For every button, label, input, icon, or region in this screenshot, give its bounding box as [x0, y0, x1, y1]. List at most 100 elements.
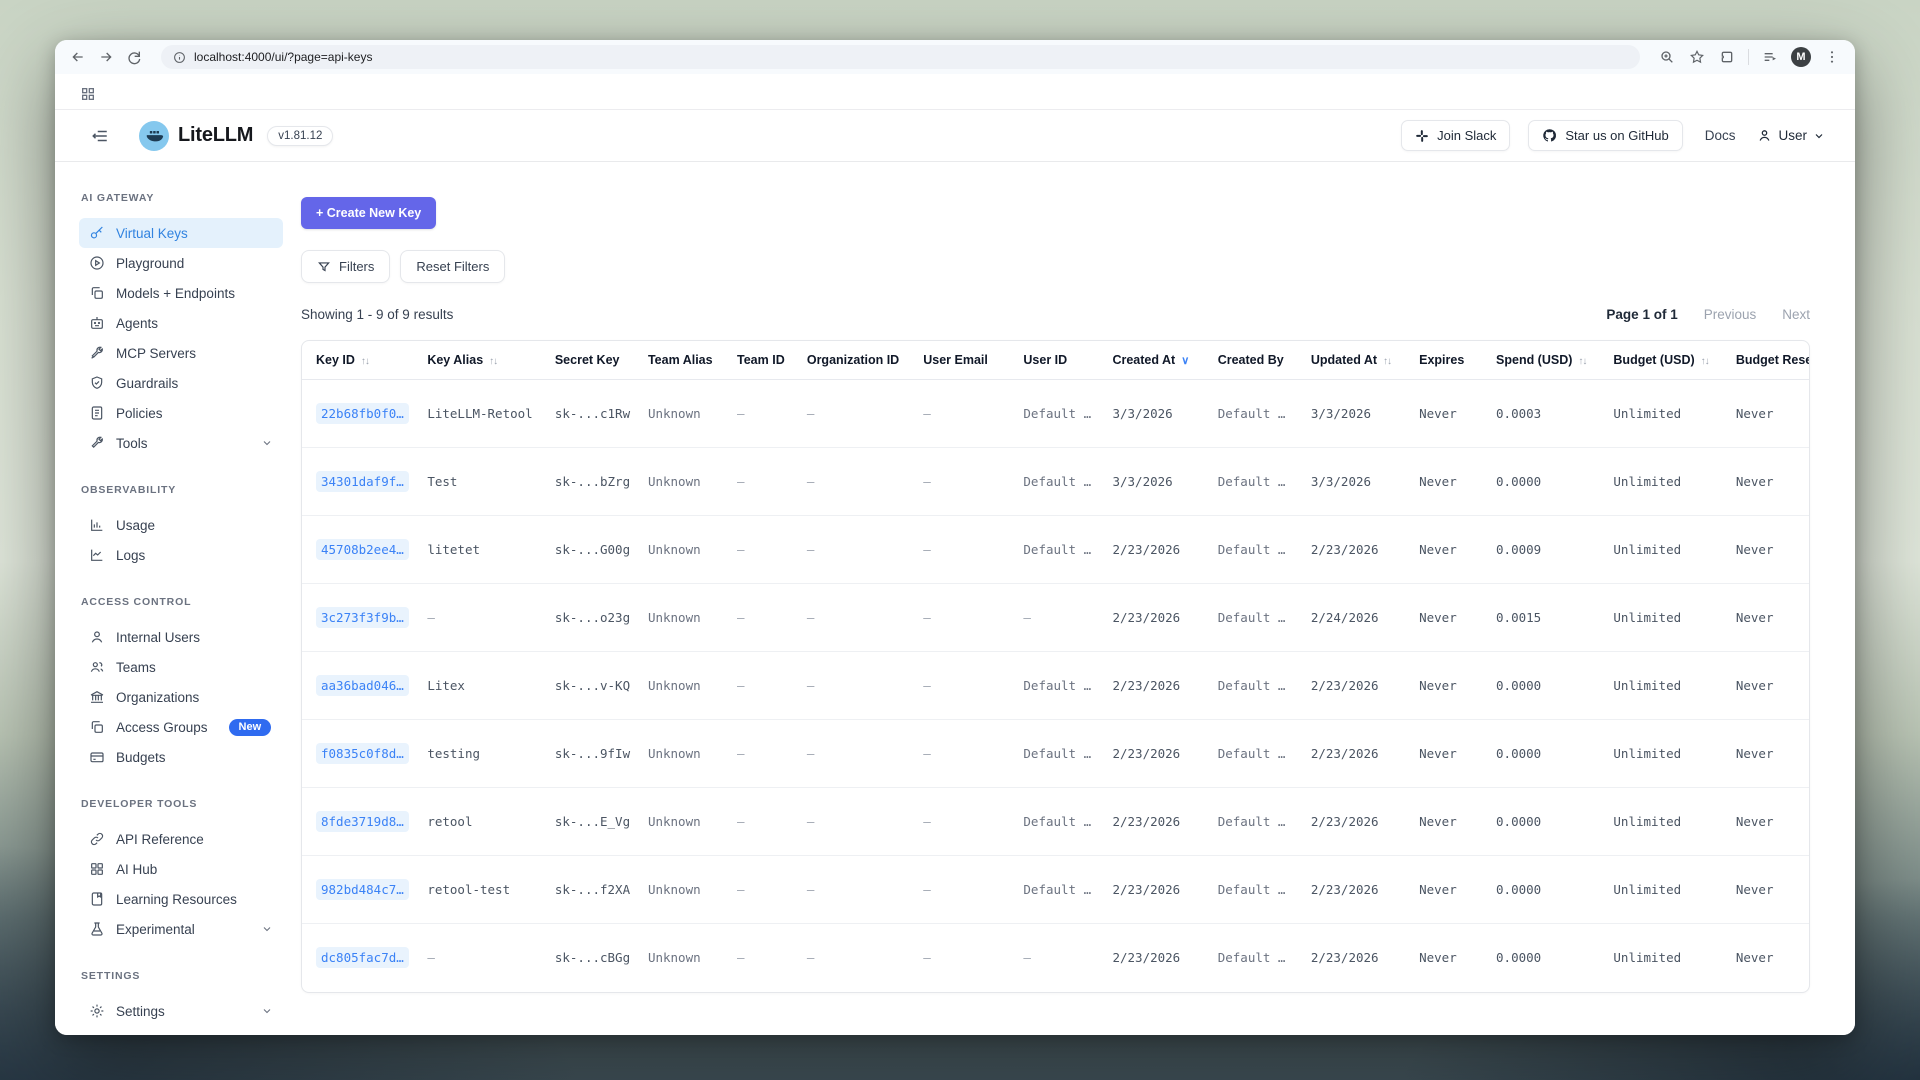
previous-page-button[interactable]: Previous [1704, 307, 1757, 322]
reload-icon[interactable] [125, 48, 143, 66]
models-icon [89, 285, 105, 301]
docs-link[interactable]: Docs [1701, 128, 1740, 143]
browser-toolbar: localhost:4000/ui/?page=api-keys M [55, 40, 1855, 74]
key-id-link[interactable]: 45708b2ee4… [316, 539, 409, 560]
sidebar-item-usage[interactable]: Usage [79, 510, 283, 540]
zoom-icon[interactable] [1658, 48, 1676, 66]
sidebar-item-internal-users[interactable]: Internal Users [79, 622, 283, 652]
cell-budget-usd-: Unlimited [1599, 924, 1721, 992]
brand[interactable]: LiteLLM [139, 121, 253, 151]
cell-organization-id: – [793, 380, 909, 448]
book-icon [89, 891, 105, 907]
apps-grid-icon[interactable] [79, 85, 97, 103]
profile-avatar[interactable]: M [1791, 47, 1811, 67]
column-header-secret-key: Secret Key [541, 341, 634, 380]
slack-icon [1415, 129, 1429, 143]
sidebar-item-access-groups[interactable]: Access GroupsNew [79, 712, 283, 742]
key-id-link[interactable]: aa36bad046… [316, 675, 409, 696]
sidebar-item-agents[interactable]: Agents [79, 308, 283, 338]
join-slack-button[interactable]: Join Slack [1401, 120, 1510, 151]
star-icon[interactable] [1688, 48, 1706, 66]
sidebar-item-settings[interactable]: Settings [79, 996, 283, 1026]
chevron-down-icon [1813, 130, 1825, 142]
sidebar-item-teams[interactable]: Teams [79, 652, 283, 682]
sort-updown-icon[interactable]: ↑↓ [361, 356, 369, 367]
cell-key-id: 34301daf9f… [302, 448, 413, 516]
sort-desc-icon[interactable]: ∨ [1181, 355, 1189, 367]
column-header-budget-usd-[interactable]: Budget (USD)↑↓ [1599, 341, 1721, 380]
cell-team-alias: Unknown [634, 856, 723, 924]
extensions-icon[interactable] [1718, 48, 1736, 66]
cell-user-email: – [909, 924, 1009, 992]
sidebar-item-ai-hub[interactable]: AI Hub [79, 854, 283, 884]
table-row: 3c273f3f9b…–sk-...o23gUnknown––––2/23/20… [302, 584, 1809, 652]
cell-created-at: 2/23/2026 [1098, 924, 1203, 992]
sort-updown-icon[interactable]: ↑↓ [489, 356, 497, 367]
sort-updown-icon[interactable]: ↑↓ [1578, 356, 1586, 367]
key-id-link[interactable]: 22b68fb0f0… [316, 403, 409, 424]
sidebar-item-logs[interactable]: Logs [79, 540, 283, 570]
sidebar-item-experimental[interactable]: Experimental [79, 914, 283, 944]
cell-budget-reset: Never [1722, 788, 1809, 856]
reset-filters-button[interactable]: Reset Filters [400, 250, 505, 283]
cell-team-alias: Unknown [634, 924, 723, 992]
cell-team-id: – [723, 856, 793, 924]
collapse-sidebar-icon[interactable] [91, 127, 109, 145]
cell-team-alias: Unknown [634, 584, 723, 652]
cell-user-email: – [909, 584, 1009, 652]
sidebar-item-organizations[interactable]: Organizations [79, 682, 283, 712]
kebab-menu-icon[interactable] [1823, 48, 1841, 66]
next-page-button[interactable]: Next [1782, 307, 1810, 322]
key-id-link[interactable]: 8fde3719d8… [316, 811, 409, 832]
funnel-icon [317, 260, 331, 274]
shield-check-icon [89, 375, 105, 391]
sort-updown-icon[interactable]: ↑↓ [1383, 356, 1391, 367]
sidebar-section: DEVELOPER TOOLSAPI ReferenceAI HubLearni… [79, 798, 283, 944]
cell-key-alias: retool-test [413, 856, 541, 924]
forward-icon[interactable] [97, 48, 115, 66]
column-header-spend-usd-[interactable]: Spend (USD)↑↓ [1482, 341, 1599, 380]
table-row: f0835c0f8d…testingsk-...9fIwUnknown–––De… [302, 720, 1809, 788]
cell-user-id: Default … [1009, 516, 1098, 584]
new-badge: New [229, 719, 272, 736]
key-id-link[interactable]: 3c273f3f9b… [316, 607, 409, 628]
results-count: Showing 1 - 9 of 9 results [301, 307, 453, 322]
sidebar-item-guardrails[interactable]: Guardrails [79, 368, 283, 398]
back-icon[interactable] [69, 48, 87, 66]
key-id-link[interactable]: f0835c0f8d… [316, 743, 409, 764]
create-new-key-button[interactable]: + Create New Key [301, 197, 436, 229]
sidebar-item-policies[interactable]: Policies [79, 398, 283, 428]
key-id-link[interactable]: 34301daf9f… [316, 471, 409, 492]
sidebar-item-budgets[interactable]: Budgets [79, 742, 283, 772]
usage-chart-icon [89, 517, 105, 533]
sidebar-item-playground[interactable]: Playground [79, 248, 283, 278]
cell-user-email: – [909, 380, 1009, 448]
sidebar-item-label: Budgets [116, 750, 166, 765]
sort-updown-icon[interactable]: ↑↓ [1701, 356, 1709, 367]
sidebar-item-api-reference[interactable]: API Reference [79, 824, 283, 854]
column-label: Team ID [737, 353, 785, 367]
sidebar-item-label: Teams [116, 660, 156, 675]
info-icon[interactable] [173, 51, 186, 64]
key-id-link[interactable]: dc805fac7d… [316, 947, 409, 968]
user-menu[interactable]: User [1757, 128, 1825, 143]
column-header-updated-at[interactable]: Updated At↑↓ [1297, 341, 1405, 380]
key-id-link[interactable]: 982bd484c7… [316, 879, 409, 900]
sidebar-item-virtual-keys[interactable]: Virtual Keys [79, 218, 283, 248]
sidebar-item-tools[interactable]: Tools [79, 428, 283, 458]
version-badge: v1.81.12 [267, 126, 333, 146]
sidebar-item-mcp-servers[interactable]: MCP Servers [79, 338, 283, 368]
table-row: 22b68fb0f0…LiteLLM-Retoolsk-...c1RwUnkno… [302, 380, 1809, 448]
media-controls-icon[interactable] [1761, 48, 1779, 66]
sidebar-item-label: Playground [116, 256, 184, 271]
column-header-created-at[interactable]: Created At∨ [1098, 341, 1203, 380]
filters-button[interactable]: Filters [301, 250, 390, 283]
cell-updated-at: 2/23/2026 [1297, 788, 1405, 856]
url-bar[interactable]: localhost:4000/ui/?page=api-keys [161, 45, 1640, 69]
cell-organization-id: – [793, 924, 909, 992]
column-header-key-id[interactable]: Key ID↑↓ [302, 341, 413, 380]
sidebar-item-learning-resources[interactable]: Learning Resources [79, 884, 283, 914]
column-header-key-alias[interactable]: Key Alias↑↓ [413, 341, 541, 380]
sidebar-item-models-endpoints[interactable]: Models + Endpoints [79, 278, 283, 308]
star-github-button[interactable]: Star us on GitHub [1528, 120, 1682, 151]
